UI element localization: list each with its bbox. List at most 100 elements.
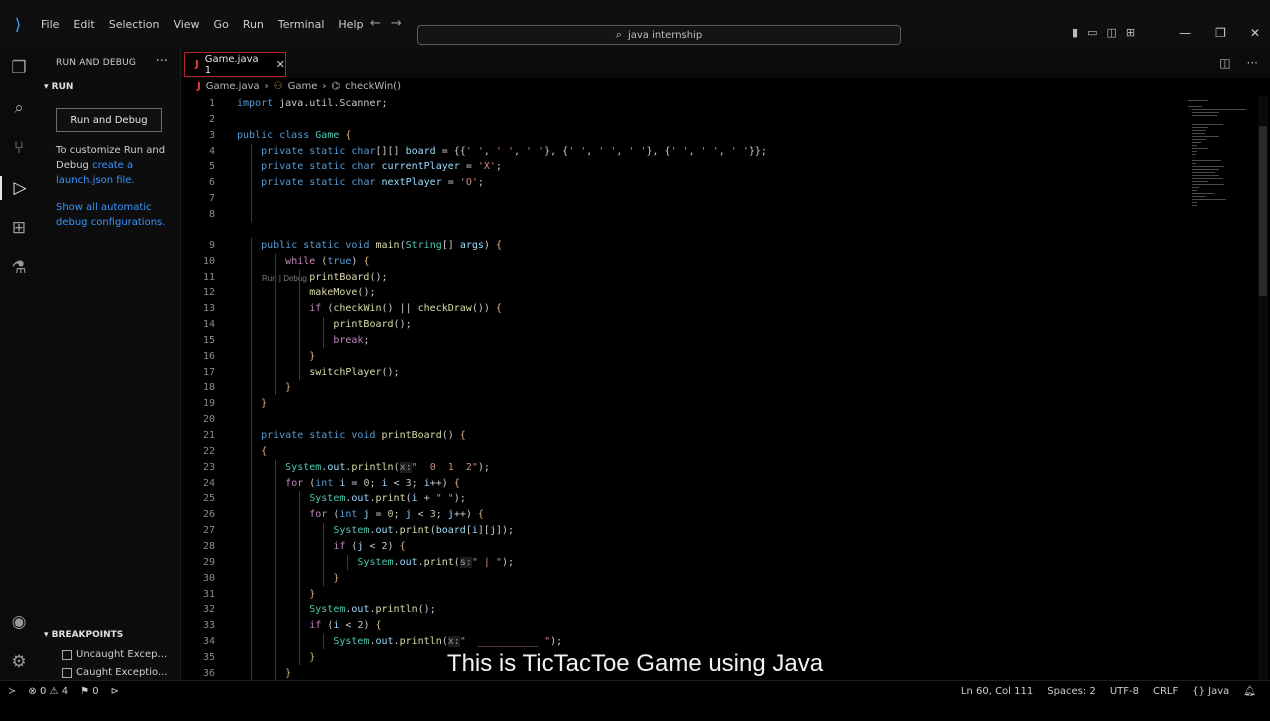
- line-number[interactable]: 16: [189, 349, 215, 364]
- line-number[interactable]: 26: [189, 507, 215, 522]
- minimize-icon[interactable]: —: [1179, 26, 1191, 40]
- extensions-icon[interactable]: ⊞: [0, 216, 38, 240]
- debug-launch-icon[interactable]: ⊳: [111, 686, 119, 697]
- line-number[interactable]: 20: [189, 412, 215, 427]
- line-number[interactable]: 14: [189, 317, 215, 332]
- minimap-line: [1192, 151, 1198, 152]
- menu-terminal[interactable]: Terminal: [271, 18, 332, 31]
- line-number[interactable]: 5: [189, 159, 215, 174]
- line-number[interactable]: 15: [189, 333, 215, 348]
- problems-indicator[interactable]: ⊗ 0 ⚠ 4: [28, 686, 68, 697]
- minimap-line: [1192, 109, 1246, 110]
- explorer-icon[interactable]: ❐: [0, 56, 38, 80]
- breadcrumb-method[interactable]: checkWin(): [345, 81, 401, 92]
- line-number[interactable]: 6: [189, 175, 215, 190]
- show-all-configs-link[interactable]: Show all automatic debug configurations.: [56, 200, 168, 230]
- toggle-primary-sidebar-icon[interactable]: ▮: [1072, 26, 1078, 39]
- line-number[interactable]: 21: [189, 428, 215, 443]
- line-number[interactable]: 1: [189, 96, 215, 111]
- menu-view[interactable]: View: [166, 18, 206, 31]
- menu-file[interactable]: File: [34, 18, 66, 31]
- line-number[interactable]: 4: [189, 144, 215, 159]
- encoding[interactable]: UTF-8: [1110, 686, 1139, 697]
- indent-guide: [323, 523, 325, 586]
- line-number[interactable]: 12: [189, 285, 215, 300]
- remote-icon[interactable]: ≻: [8, 686, 16, 697]
- line-number[interactable]: 30: [189, 571, 215, 586]
- indentation[interactable]: Spaces: 2: [1047, 686, 1096, 697]
- line-number[interactable]: 24: [189, 476, 215, 491]
- menu-selection[interactable]: Selection: [102, 18, 167, 31]
- line-number[interactable]: 8: [189, 207, 215, 222]
- testing-icon[interactable]: ⚗: [0, 256, 38, 280]
- indent-guide: [299, 491, 301, 665]
- menu-help[interactable]: Help: [331, 18, 370, 31]
- code-text: private static char[][] board = {{' ', '…: [261, 145, 767, 157]
- line-number[interactable]: 33: [189, 618, 215, 633]
- more-actions-icon[interactable]: ···: [1247, 56, 1258, 70]
- tab-game-java[interactable]: J Game.java 1 ✕: [184, 52, 286, 77]
- line-number[interactable]: 3: [189, 128, 215, 143]
- line-number[interactable]: 23: [189, 460, 215, 475]
- minimap-line: [1192, 199, 1227, 200]
- line-number[interactable]: 11: [189, 270, 215, 285]
- line-number[interactable]: 18: [189, 380, 215, 395]
- breakpoints-header[interactable]: ▾ BREAKPOINTS: [44, 630, 123, 640]
- menu-edit[interactable]: Edit: [66, 18, 101, 31]
- minimap-line: [1192, 193, 1214, 194]
- code-text: private static char nextPlayer = 'O';: [261, 177, 484, 189]
- java-file-icon: J: [195, 59, 199, 70]
- customize-layout-icon[interactable]: ⊞: [1126, 26, 1135, 39]
- line-number[interactable]: 31: [189, 587, 215, 602]
- line-number[interactable]: 17: [189, 365, 215, 380]
- scrollbar-thumb[interactable]: [1259, 126, 1267, 296]
- menu-run[interactable]: Run: [236, 18, 271, 31]
- vertical-scrollbar[interactable]: [1258, 96, 1268, 680]
- split-editor-icon[interactable]: ◫: [1219, 56, 1230, 70]
- line-number[interactable]: 29: [189, 555, 215, 570]
- line-number[interactable]: 34: [189, 634, 215, 649]
- more-actions-icon[interactable]: ···: [156, 54, 168, 69]
- line-number[interactable]: 10: [189, 254, 215, 269]
- line-number[interactable]: 9: [189, 238, 215, 253]
- breadcrumb-file[interactable]: Game.java: [206, 81, 260, 92]
- close-window-icon[interactable]: ✕: [1250, 26, 1260, 40]
- back-arrow-icon[interactable]: ←: [370, 16, 381, 31]
- cursor-position[interactable]: Ln 60, Col 111: [961, 686, 1033, 697]
- run-and-debug-button[interactable]: Run and Debug: [56, 108, 162, 132]
- run-debug-icon[interactable]: ▷: [0, 176, 38, 200]
- code-text: while (true) {: [285, 255, 370, 267]
- notifications-bell-icon[interactable]: 🔔︎: [1243, 686, 1256, 697]
- line-number[interactable]: 32: [189, 602, 215, 617]
- menu-go[interactable]: Go: [207, 18, 236, 31]
- search-view-icon[interactable]: ⌕: [0, 96, 38, 120]
- code-text: import java.util.Scanner;: [237, 98, 388, 109]
- indent-guide: [275, 253, 277, 396]
- accounts-icon[interactable]: ◉: [0, 610, 38, 634]
- breadcrumb-class[interactable]: Game: [288, 81, 318, 92]
- command-center-search[interactable]: ⌕ java internship: [417, 25, 901, 45]
- line-number[interactable]: 19: [189, 396, 215, 411]
- line-number[interactable]: 27: [189, 523, 215, 538]
- line-number[interactable]: 13: [189, 301, 215, 316]
- forward-arrow-icon[interactable]: →: [391, 16, 402, 31]
- line-number[interactable]: 25: [189, 491, 215, 506]
- ports-indicator[interactable]: ⚑ 0: [80, 686, 99, 697]
- toggle-secondary-sidebar-icon[interactable]: ◫: [1106, 26, 1116, 39]
- source-control-icon[interactable]: ⑂: [0, 136, 38, 160]
- line-ending[interactable]: CRLF: [1153, 686, 1178, 697]
- toggle-panel-icon[interactable]: ▭: [1087, 26, 1097, 39]
- restore-icon[interactable]: ❐: [1215, 26, 1226, 40]
- close-tab-icon[interactable]: ✕: [276, 58, 285, 71]
- code-text: }: [285, 382, 292, 394]
- line-number[interactable]: 22: [189, 444, 215, 459]
- code-text: }: [309, 350, 316, 362]
- line-number[interactable]: 7: [189, 191, 215, 206]
- code-text: {: [261, 445, 268, 457]
- line-number[interactable]: 28: [189, 539, 215, 554]
- run-section-header[interactable]: ▾ RUN: [44, 82, 73, 92]
- line-number[interactable]: 2: [189, 112, 215, 127]
- minimap[interactable]: [1186, 96, 1256, 216]
- warning-count: 4: [61, 686, 69, 697]
- language-mode[interactable]: {} Java: [1192, 686, 1229, 697]
